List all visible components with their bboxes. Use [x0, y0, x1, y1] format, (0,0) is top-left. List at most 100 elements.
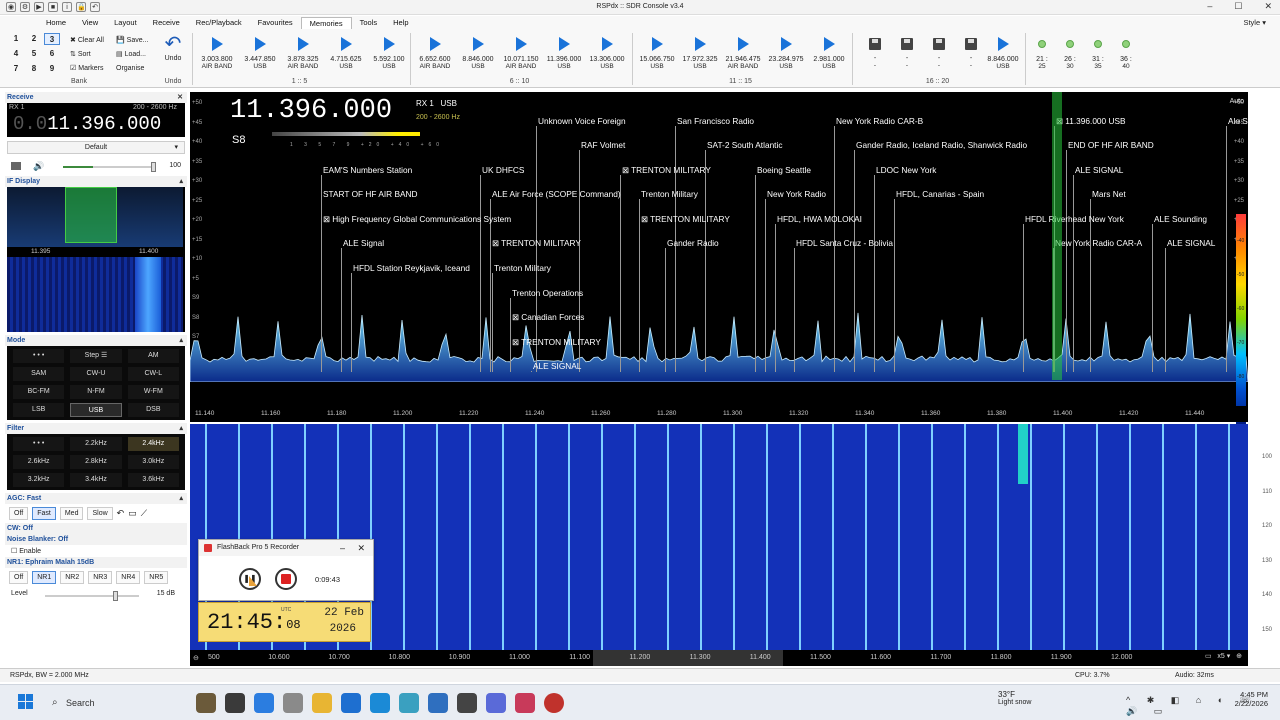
frequency-marker-label[interactable]: ⊠ TRENTON MILITARY — [512, 337, 601, 347]
mode-button[interactable]: N-FM — [70, 385, 121, 399]
noise-reduction-header[interactable]: NR1: Ephraim Malah 15dB — [5, 557, 187, 568]
mode-button[interactable]: Step ☰ — [70, 349, 121, 363]
nr-nr5-button[interactable]: NR5 — [144, 571, 168, 584]
markers-checkbox[interactable]: ☑ Markers — [70, 63, 104, 74]
minimize-icon[interactable]: – — [340, 540, 345, 556]
graph-icon[interactable]: ⟋ — [141, 508, 147, 519]
agc-slow-button[interactable]: Slow — [87, 507, 112, 520]
waterfall-frequency-axis[interactable]: ⊖ ▭ x5 ▾ ⊕ 500 10.600 10.700 10.800 10.900 11… — [190, 650, 1248, 666]
memory-slot-button[interactable]: 23.284.975 USB — [766, 33, 806, 70]
menu-tab-tools[interactable]: Tools — [352, 17, 386, 29]
memory-slot-button[interactable]: 3.447.850 USB — [240, 33, 280, 70]
frequency-marker-label[interactable]: ⊠ TRENTON MILITARY — [622, 165, 711, 175]
filter-button[interactable]: 3.2kHz — [13, 473, 64, 487]
mode-button[interactable]: CW-U — [70, 367, 121, 381]
nr-off-button[interactable]: Off — [9, 571, 28, 584]
frequency-marker-label[interactable]: Unknown Voice Foreign — [538, 116, 626, 126]
frequency-marker-label[interactable]: HFDL Riverhead New York — [1025, 214, 1124, 224]
settings-app-icon[interactable] — [283, 693, 303, 713]
bank-number-button[interactable]: 8 — [26, 63, 42, 75]
frequency-marker-label[interactable]: ALE SIGNAL — [533, 361, 581, 371]
close-icon[interactable]: ✕ — [1264, 1, 1272, 12]
frequency-marker-label[interactable]: HFDL, Canarias - Spain — [896, 189, 984, 199]
mode-button[interactable]: DSB — [128, 403, 179, 417]
frequency-marker-label[interactable]: ALE Air Force (SCOPE Command) — [492, 189, 621, 199]
minimize-icon[interactable]: – — [1207, 1, 1212, 12]
frequency-marker-label[interactable]: New York Radio CAR-B — [836, 116, 923, 126]
nr-nr1-button[interactable]: NR1 — [32, 571, 56, 584]
weather-widget[interactable]: 33°F Light snow — [998, 690, 1031, 706]
memory-slot-button[interactable]: 5.592.100 USB — [369, 33, 409, 70]
memory-slot-button[interactable]: 13.306.000 USB — [587, 33, 627, 70]
agc-med-button[interactable]: Med — [60, 507, 84, 520]
frequency-marker-label[interactable]: HFDL Station Reykjavik, Iceand — [353, 263, 470, 273]
bank-range-button[interactable]: 31 :35 — [1084, 33, 1112, 70]
menu-tab-receive[interactable]: Receive — [145, 17, 188, 29]
filter-button[interactable]: 2.6kHz — [13, 455, 64, 469]
stop-record-button[interactable] — [275, 568, 297, 590]
bank-number-button[interactable]: 6 — [44, 48, 60, 60]
menu-tab-view[interactable]: View — [74, 17, 106, 29]
frequency-marker-label[interactable]: SAT-2 South Atlantic — [707, 140, 782, 150]
filter-button[interactable]: 3.4kHz — [70, 473, 121, 487]
memory-slot-button[interactable]: 21.946.475 AIR BAND — [723, 33, 763, 70]
undo-button[interactable]: ↶ Undo Undo — [158, 33, 188, 85]
frequency-marker-label[interactable]: Mars Net — [1092, 189, 1126, 199]
memory-slot-button[interactable]: 11.396.000 USB — [544, 33, 584, 70]
taskbar-search[interactable]: ⌕ Search — [46, 691, 186, 715]
frequency-marker-label[interactable]: ALE Signal — [343, 238, 384, 248]
memory-slot-button[interactable]: 4.715.625 USB — [326, 33, 366, 70]
memory-slot-button[interactable]: 8.846.000 USB — [458, 33, 498, 70]
frequency-marker-label[interactable]: HFDL, HWA MOLOKAI — [777, 214, 862, 224]
enable-checkbox[interactable]: ☐ Enable — [5, 545, 187, 557]
mode-button[interactable]: CW-L — [128, 367, 179, 381]
mode-button[interactable]: USB — [70, 403, 121, 417]
frequency-marker-label[interactable]: New York Radio — [767, 189, 826, 199]
mode-button[interactable]: • • • — [13, 349, 64, 363]
frequency-marker-label[interactable]: UK DHFCS — [482, 165, 524, 175]
frequency-marker-label[interactable]: Gander Radio — [667, 238, 719, 248]
bank-number-button[interactable]: 9 — [44, 63, 60, 75]
filter-button[interactable]: 2.8kHz — [70, 455, 121, 469]
memory-slot-button[interactable]: 3.003.800 AIR BAND — [197, 33, 237, 70]
monitor-app-icon[interactable] — [457, 693, 477, 713]
task-view-icon[interactable] — [196, 693, 216, 713]
menu-tab-rec-playback[interactable]: Rec/Playback — [188, 17, 250, 29]
memory-slot-button[interactable]: 2.981.000 USB — [809, 33, 849, 70]
frequency-marker-label[interactable]: Trenton Military — [641, 189, 698, 199]
speaker-icon[interactable]: 🔊 — [33, 161, 44, 172]
collapse-icon[interactable]: ▴ — [179, 423, 183, 434]
mode-button[interactable]: SAM — [13, 367, 64, 381]
maximize-icon[interactable]: ☐ — [1234, 1, 1242, 12]
frequency-marker-label[interactable]: START OF HF AIR BAND — [323, 189, 418, 199]
preset-select[interactable]: Default ▾ — [7, 141, 185, 154]
back-arrow-icon[interactable]: ↶ — [117, 508, 125, 519]
collapse-icon[interactable]: ▴ — [179, 335, 183, 346]
bank-number-button[interactable]: 4 — [8, 48, 24, 60]
recorder-taskbar-icon[interactable] — [544, 693, 564, 713]
bank-number-button[interactable]: 2 — [26, 33, 42, 45]
filter-button[interactable]: • • • — [13, 437, 64, 451]
agc-off-button[interactable]: Off — [9, 507, 28, 520]
nr-nr4-button[interactable]: NR4 — [116, 571, 140, 584]
edge-icon[interactable] — [254, 693, 274, 713]
frequency-marker-label[interactable]: ⊠ TRENTON MILITARY — [492, 238, 581, 248]
mode-button[interactable]: W-FM — [128, 385, 179, 399]
frequency-marker-label[interactable]: ⊠ Canadian Forces — [512, 312, 584, 322]
cw-header[interactable]: CW: Off — [5, 523, 187, 534]
bank-number-button[interactable]: 3 — [44, 33, 60, 45]
main-frequency[interactable]: 11.396.000 — [230, 96, 392, 126]
mode-button[interactable]: BC-FM — [13, 385, 64, 399]
sdr-console-taskbar-icon[interactable] — [515, 693, 535, 713]
filter-button[interactable]: 2.4kHz — [128, 437, 179, 451]
frequency-marker-label[interactable]: San Francisco Radio — [677, 116, 754, 126]
agc-fast-button[interactable]: Fast — [32, 507, 56, 520]
spectrum-display[interactable]: +50+45+40+35+30+25+20+15+10+5S9S8S7S6 11… — [190, 92, 1248, 422]
mode-button[interactable]: AM — [128, 349, 179, 363]
if-passband[interactable] — [65, 187, 117, 243]
bank-range-button[interactable]: 21 :25 — [1028, 33, 1056, 70]
level-knob[interactable] — [113, 591, 118, 601]
collapse-icon[interactable]: ▴ — [179, 176, 183, 187]
noise-blanker-header[interactable]: Noise Blanker: Off — [5, 534, 187, 545]
filter-button[interactable]: 2.2kHz — [70, 437, 121, 451]
